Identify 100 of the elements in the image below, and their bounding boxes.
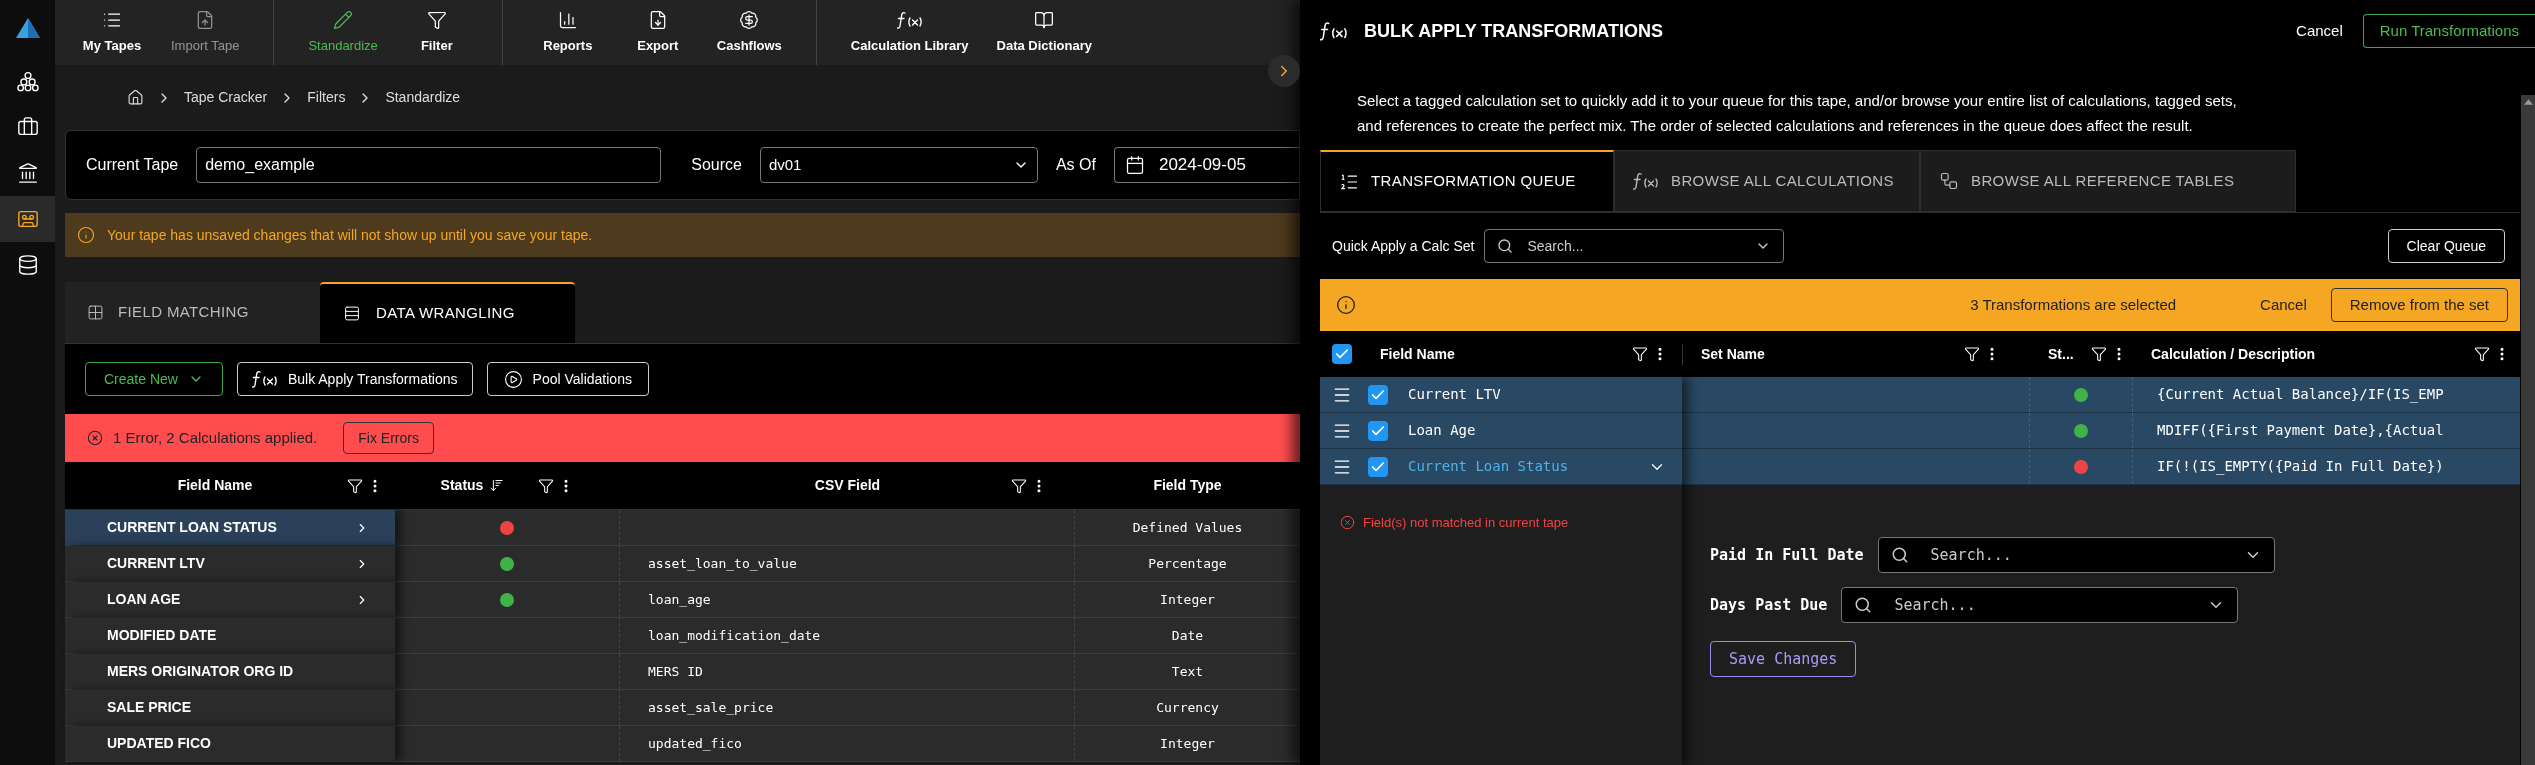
pool-validations-button[interactable]: Pool Validations — [486, 362, 649, 396]
function-icon — [1320, 20, 1348, 42]
info-icon — [1336, 295, 1356, 315]
table-cell-text: loan_age — [648, 590, 711, 609]
tab[interactable]: FIELD MATCHING — [65, 282, 320, 343]
calculation-cell: {Current Actual Balance}/IF(IS_EMP — [2157, 386, 2444, 402]
panel-title: BULK APPLY TRANSFORMATIONS — [1364, 19, 1663, 43]
current-tape-input[interactable]: demo_example — [196, 147, 662, 183]
toolbar-button[interactable]: Filter — [391, 0, 482, 65]
run-transformations-button[interactable]: Run Transformations — [2362, 14, 2535, 48]
toolbar-button[interactable]: Reports — [522, 0, 613, 65]
column-header[interactable]: Calculation / Description — [2151, 343, 2316, 365]
sort-icon[interactable] — [489, 478, 505, 493]
table-cell-text: asset_loan_to_value — [648, 554, 797, 573]
calendar-icon — [1124, 155, 1145, 175]
filter-icon[interactable] — [2091, 346, 2107, 362]
tab[interactable]: TRANSFORMATION QUEUE — [1320, 150, 1614, 212]
field-name-cell[interactable]: MODIFIED DATE — [65, 618, 395, 653]
table-cell-text: Integer — [1160, 590, 1215, 609]
field-label: Quick Apply a Calc Set — [1332, 236, 1475, 256]
tab[interactable]: BROWSE ALL REFERENCE TABLES — [1920, 150, 2296, 212]
source-dropdown[interactable]: dv01 — [759, 147, 1038, 183]
queue-row[interactable]: Current LTV — [1320, 377, 1682, 413]
create-new-button[interactable]: Create New — [85, 362, 223, 396]
toolbar-button[interactable]: Data Dictionary — [982, 0, 1106, 65]
cancel-button[interactable]: Cancel — [2286, 19, 2353, 43]
table-cell-text: loan_modification_date — [648, 626, 821, 645]
table-cell-text: Integer — [1160, 734, 1215, 753]
date-field[interactable]: 2024-09-05 — [1113, 147, 1299, 183]
field-name-cell[interactable]: MERS ORIGINATOR ORG ID — [65, 654, 395, 689]
search-icon — [1890, 546, 1909, 564]
filter-icon[interactable] — [1964, 346, 1980, 362]
calc-set-search[interactable]: Search... — [1484, 229, 1785, 263]
database-icon[interactable] — [16, 254, 39, 276]
error-icon — [87, 430, 103, 446]
field-label: Source — [691, 155, 742, 175]
toolbar-button[interactable]: Cashflows — [702, 0, 796, 65]
queue-row[interactable]: Loan Age — [1320, 413, 1682, 449]
toolbar-button[interactable]: Standardize — [294, 0, 392, 65]
row-checkbox[interactable] — [1368, 420, 1388, 441]
toolbar-button[interactable]: Calculation Library — [836, 0, 983, 65]
sidebar-item[interactable] — [0, 196, 55, 242]
tab[interactable]: BROWSE ALL CALCULATIONS — [1614, 150, 1920, 212]
scrollbar[interactable] — [2521, 95, 2535, 765]
filter-icon[interactable] — [1632, 346, 1648, 362]
queue-row[interactable]: Current Loan Status — [1320, 449, 1682, 485]
field-search[interactable]: Search... — [1877, 537, 2275, 573]
field-name-cell[interactable]: UPDATED FICO — [65, 726, 395, 761]
fix-errors-button[interactable]: Fix Errors — [343, 422, 434, 454]
column-header[interactable]: St... — [2048, 343, 2074, 365]
toolbar-button[interactable]: My Tapes — [67, 0, 157, 65]
table-cell-text: Currency — [1156, 698, 1219, 717]
row-checkbox[interactable] — [1368, 456, 1388, 477]
column-header[interactable]: Set Name — [1701, 343, 1765, 365]
tab[interactable]: DATA WRANGLING — [320, 282, 575, 343]
function-icon — [896, 9, 923, 30]
field-name-cell[interactable]: CURRENT LTV — [65, 546, 395, 581]
toolbar-button[interactable]: Export — [612, 0, 703, 65]
field-name-cell[interactable]: CURRENT LOAN STATUS — [65, 510, 395, 545]
logo-icon[interactable] — [15, 18, 40, 38]
scroll-up-icon[interactable] — [2523, 99, 2533, 105]
search-icon — [1497, 238, 1514, 254]
filter-icon[interactable] — [2474, 346, 2490, 362]
field-name-cell[interactable]: SALE PRICE — [65, 690, 395, 725]
bank-icon[interactable] — [16, 162, 39, 184]
breadcrumb-link[interactable]: Filters — [307, 87, 346, 108]
home-icon[interactable] — [127, 89, 144, 106]
network-icon[interactable] — [16, 70, 39, 92]
cancel-button[interactable]: Cancel — [2256, 293, 2311, 317]
cassette-icon[interactable] — [16, 208, 39, 230]
row-checkbox[interactable] — [1368, 384, 1388, 405]
remove-from-set-button[interactable]: Remove from the set — [2330, 288, 2508, 322]
column-header[interactable]: Status — [440, 475, 484, 496]
table-cell-text: Text — [1171, 662, 1204, 681]
bulk-apply-button[interactable]: Bulk Apply Transformations — [236, 362, 473, 396]
filter-icon[interactable] — [538, 477, 555, 494]
breadcrumb-link[interactable]: Standardize — [385, 87, 461, 108]
pencil-icon — [333, 9, 354, 30]
field-name: Current LTV — [1408, 385, 1501, 404]
bar-chart-icon — [557, 9, 578, 30]
field-search[interactable]: Search... — [1841, 587, 2239, 623]
save-changes-button[interactable]: Save Changes — [1710, 641, 1857, 677]
filter-icon[interactable] — [1011, 477, 1027, 494]
breadcrumb-link[interactable]: Tape Cracker — [184, 87, 268, 108]
field-name-cell[interactable]: LOAN AGE — [65, 582, 395, 617]
column-header[interactable]: CSV Field — [814, 475, 881, 496]
briefcase-icon[interactable] — [16, 116, 39, 138]
description: Select a tagged calculation set to quickly add it to your queue for this tape, and/or browse your entire list of calculations, tagged sets, and references to create the perfect mix. The order of selected calculations and references in the queue does affect the result. — [1357, 91, 2238, 136]
filter-icon[interactable] — [347, 477, 363, 494]
column-header[interactable]: Field Name — [177, 475, 253, 496]
column-header[interactable]: Field Type — [1153, 475, 1222, 496]
calculation-cell: IF(!(IS_EMPTY({Paid In Full Date}) — [2157, 458, 2444, 474]
hierarchy-icon — [1939, 171, 1959, 191]
book-icon — [1034, 9, 1055, 30]
column-header[interactable]: Field Name — [1380, 343, 1455, 365]
table-cell-text: MERS ID — [648, 662, 703, 681]
table-cell-text: updated_fico — [648, 734, 742, 753]
select-all-checkbox[interactable] — [1332, 344, 1352, 364]
clear-queue-button[interactable]: Clear Queue — [2387, 229, 2505, 263]
table-cell-text: Date — [1171, 626, 1204, 645]
